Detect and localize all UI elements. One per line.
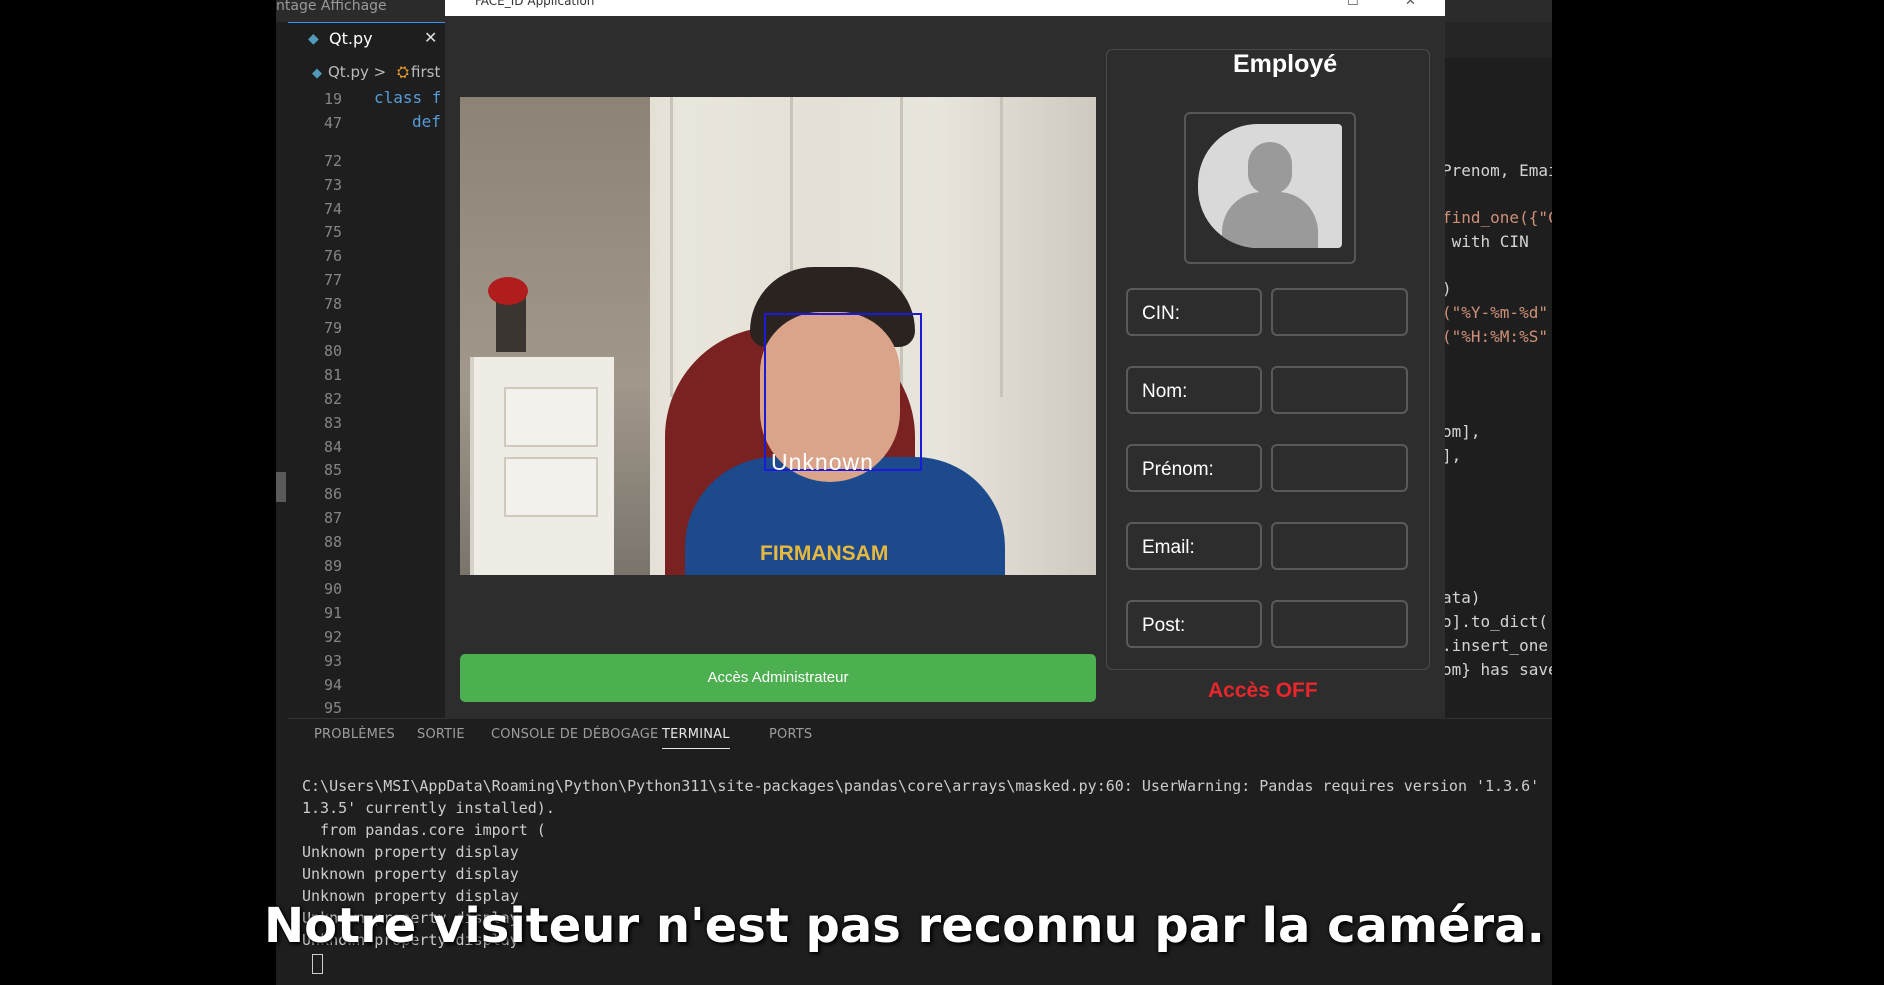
code-line: ("%H:%M:%S" [1442, 327, 1548, 346]
terminal-line: C:\Users\MSI\AppData\Roaming\Python\Pyth… [302, 777, 1540, 795]
app-titlebar: FACE_ID Application ☐ ✕ [445, 0, 1445, 16]
line-number: 72 [323, 152, 342, 170]
code-line: def [412, 112, 441, 131]
employee-photo [1184, 112, 1356, 264]
tab-output[interactable]: SORTIE [417, 727, 465, 742]
video-plant [488, 277, 528, 305]
line-number: 77 [323, 271, 342, 289]
nom-label: Nom: [1126, 366, 1262, 414]
tab-ports[interactable]: PORTS [769, 727, 812, 742]
line-number: 86 [323, 485, 342, 504]
video-drawer [504, 387, 598, 447]
face-id-app-window: FIRMANSAM Unknown Accès Administrateur E… [445, 16, 1445, 719]
terminal-line: Unknown property display [302, 843, 519, 861]
terminal-line: from pandas.core import ( [302, 821, 546, 839]
cin-field[interactable] [1271, 288, 1408, 336]
prenom-field[interactable] [1271, 444, 1408, 492]
code-line: ata) [1442, 588, 1481, 607]
python-file-icon: ◆ [312, 66, 322, 81]
code-line: om} has save [1442, 660, 1552, 679]
scrollbar[interactable] [276, 472, 286, 502]
face-detection-box [764, 313, 922, 471]
line-number: 91 [323, 604, 342, 623]
line-number: 75 [323, 223, 342, 242]
video-drawer [504, 457, 598, 517]
tab-terminal[interactable]: TERMINAL [662, 727, 730, 749]
code-line: find_one({"C [1442, 208, 1552, 227]
line-number: 80 [323, 342, 342, 361]
avatar-body [1222, 192, 1318, 248]
camera-feed: FIRMANSAM Unknown [460, 97, 1096, 575]
breadcrumb-separator: > [373, 63, 387, 81]
maximize-icon[interactable]: ☐ [1347, 0, 1359, 9]
face-label: Unknown [771, 449, 874, 475]
code-line: class f [374, 88, 442, 107]
line-number: 89 [323, 556, 342, 575]
line-number: 83 [323, 413, 342, 432]
post-label: Post: [1126, 600, 1262, 648]
symbol-class-icon: ⛭ [397, 63, 410, 81]
line-number: 95 [323, 699, 342, 718]
close-icon[interactable]: ✕ [424, 28, 437, 47]
email-field[interactable] [1271, 522, 1408, 570]
video-cabinet [670, 97, 673, 397]
user-placeholder-icon [1198, 124, 1342, 248]
terminal-line: 1.3.5' currently installed). [302, 799, 555, 817]
line-number: 85 [323, 461, 342, 480]
line-number: 90 [323, 580, 342, 599]
code-line: Prenom, Emai [1442, 161, 1552, 180]
post-field[interactable] [1271, 600, 1408, 648]
menubar-text: ntage Affichage [276, 0, 387, 14]
line-number: 79 [323, 318, 342, 337]
avatar-head [1248, 142, 1292, 194]
line-number: 73 [323, 175, 342, 194]
email-label: Email: [1126, 522, 1262, 570]
breadcrumb-file[interactable]: Qt.py [328, 63, 369, 81]
video-desk [470, 357, 614, 575]
line-number: 88 [323, 532, 342, 551]
line-number: 19 [323, 90, 342, 108]
close-icon[interactable]: ✕ [1405, 0, 1416, 9]
employee-panel-title: Employé [1233, 50, 1338, 78]
code-line: .insert_one [1442, 636, 1548, 655]
editor-tab-qt[interactable]: ◆ Qt.py ✕ [288, 22, 450, 59]
code-line: om], [1442, 422, 1481, 441]
line-number: 81 [323, 366, 342, 385]
code-line: ("%Y-%m-%d" [1442, 303, 1548, 322]
code-line: o].to_dict( [1442, 612, 1548, 631]
line-number: 93 [323, 651, 342, 670]
prenom-label: Prénom: [1126, 444, 1262, 492]
video-cabinet [1000, 97, 1003, 397]
breadcrumb-symbol[interactable]: first [411, 63, 440, 81]
cin-label: CIN: [1126, 288, 1262, 336]
line-number: 47 [323, 114, 342, 132]
line-number: 76 [323, 247, 342, 266]
line-number: 82 [323, 390, 342, 408]
terminal-cursor [312, 954, 323, 974]
code-line: with CIN [1442, 232, 1539, 251]
app-window-title: FACE_ID Application [475, 0, 595, 8]
line-number: 74 [323, 199, 342, 218]
nom-field[interactable] [1271, 366, 1408, 414]
editor-tab-label: Qt.py [329, 29, 373, 48]
video-subtitle: Notre visiteur n'est pas reconnu par la … [264, 898, 1545, 954]
shirt-print: FIRMANSAM [760, 542, 889, 565]
tab-problems[interactable]: PROBLÈMES [314, 727, 395, 742]
line-number: 94 [323, 675, 342, 694]
python-file-icon: ◆ [308, 31, 319, 47]
tab-debug-console[interactable]: CONSOLE DE DÉBOGAGE [491, 727, 658, 742]
line-number: 78 [323, 294, 342, 313]
line-number: 92 [323, 628, 342, 646]
video-plant-pot [496, 297, 526, 352]
breadcrumb: ◆ Qt.py > ⛭ first [312, 63, 440, 81]
terminal-line: Unknown property display [302, 865, 519, 883]
line-number: 87 [323, 509, 342, 527]
access-status: Accès OFF [1208, 679, 1318, 702]
line-number: 84 [323, 437, 342, 456]
admin-access-button[interactable]: Accès Administrateur [460, 654, 1096, 702]
